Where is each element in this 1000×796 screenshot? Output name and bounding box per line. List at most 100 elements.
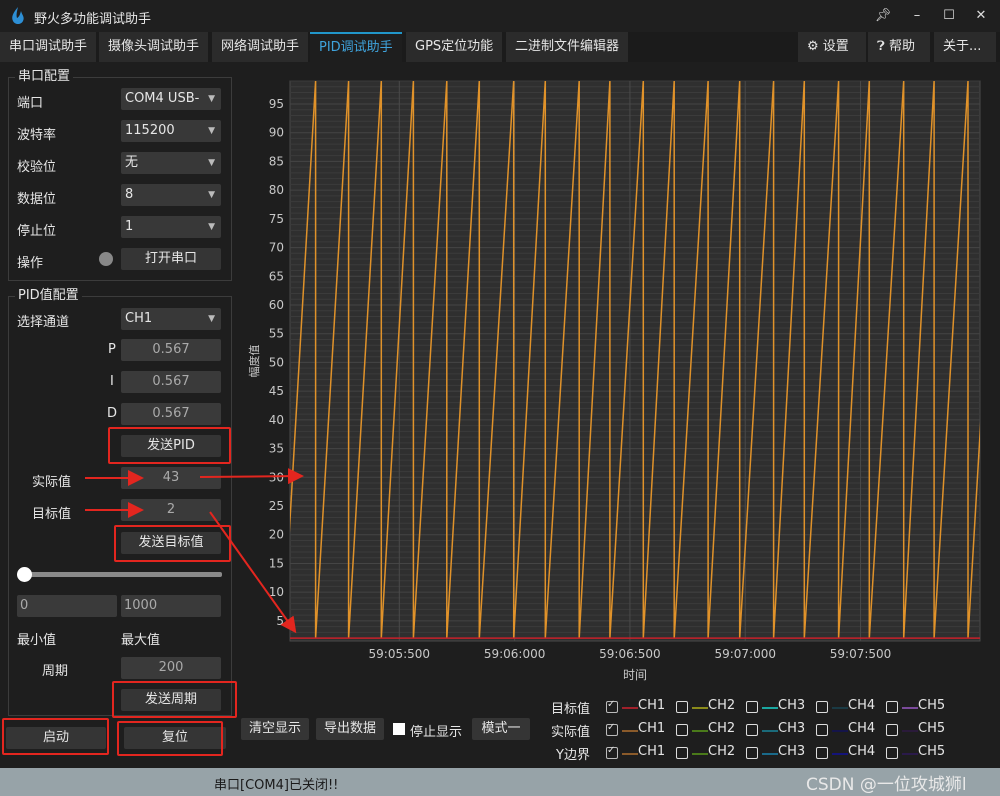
y-axis-label: 幅度值	[247, 345, 261, 378]
legend-checkbox-ch4[interactable]	[816, 701, 828, 713]
settings-label: 设置	[822, 39, 849, 54]
legend-channel-label: CH2	[708, 698, 736, 713]
flame-logo-icon	[12, 7, 24, 24]
y-tick-label: 60	[269, 298, 284, 312]
mode-button[interactable]: 模式一	[472, 718, 530, 740]
chevron-down-icon: ▼	[208, 126, 215, 136]
legend-channel-label: CH2	[708, 721, 736, 736]
about-button[interactable]: 关于...	[934, 32, 996, 62]
target-slider-track[interactable]	[20, 572, 222, 577]
min-input[interactable]: 0	[17, 595, 117, 617]
y-tick-label: 5	[276, 614, 284, 628]
port-select[interactable]: COM4 USB- ▼	[121, 88, 221, 110]
baud-select[interactable]: 115200 ▼	[121, 120, 221, 142]
maximize-button[interactable]: ☐	[939, 6, 959, 26]
legend-checkbox-ch1[interactable]	[606, 745, 618, 759]
tab-camera[interactable]: 摄像头调试助手	[99, 32, 209, 62]
legend-channel-label: CH4	[848, 721, 876, 736]
pid-chart: 59:05:500 59:06:000 59:06:500 59:07:000 59:0…	[247, 80, 981, 682]
plot-area	[289, 80, 981, 642]
legend-color-swatch	[902, 707, 918, 709]
chevron-down-icon: ▼	[208, 190, 215, 200]
legend-row-label: 目标值	[550, 702, 590, 717]
legend-checkbox-ch1[interactable]	[606, 722, 618, 736]
annotation-box	[2, 718, 109, 755]
period-input[interactable]: 200	[121, 657, 221, 679]
tab-serial[interactable]: 串口调试助手	[0, 32, 97, 62]
databits-select[interactable]: 8 ▼	[121, 184, 221, 206]
settings-button[interactable]: ⚙ 设置	[798, 32, 866, 62]
pin-icon[interactable]: 📌︎	[873, 6, 893, 26]
d-input[interactable]: 0.567	[121, 403, 221, 425]
min-label: 最小值	[17, 633, 57, 648]
max-label: 最大值	[121, 633, 161, 648]
tab-gps[interactable]: GPS定位功能	[406, 32, 503, 62]
status-text: 串口[COM4]已关闭!!	[214, 778, 339, 793]
x-tick-label: 59:07:500	[830, 647, 892, 661]
close-button[interactable]: ✕	[971, 6, 991, 26]
clear-display-button[interactable]: 清空显示	[241, 718, 309, 740]
minimize-button[interactable]: –	[907, 6, 927, 26]
y-tick-label: 20	[269, 528, 284, 542]
chevron-down-icon: ▼	[208, 158, 215, 168]
legend-row-label: Y边界	[556, 748, 590, 763]
stopbits-select[interactable]: 1 ▼	[121, 216, 221, 238]
tab-pid[interactable]: PID调试助手	[310, 32, 402, 62]
help-label: 帮助	[888, 39, 915, 54]
status-bar: 串口[COM4]已关闭!! CSDN @一位攻城狮l	[0, 768, 1000, 796]
watermark: CSDN @一位攻城狮l	[806, 775, 967, 795]
legend-checkbox-ch2[interactable]	[676, 701, 688, 713]
max-input[interactable]: 1000	[121, 595, 221, 617]
tab-bar: 串口调试助手 摄像头调试助手 网络调试助手 PID调试助手 GPS定位功能 二进…	[0, 32, 1000, 62]
legend-checkbox-ch3[interactable]	[746, 747, 758, 759]
legend-color-swatch	[832, 707, 848, 709]
x-tick-label: 59:06:500	[599, 647, 661, 661]
y-tick-label: 40	[269, 413, 284, 427]
legend-color-swatch	[902, 730, 918, 732]
port-label: 端口	[17, 96, 44, 111]
stop-display-checkbox[interactable]	[393, 723, 405, 735]
chevron-down-icon: ▼	[208, 94, 215, 104]
legend-checkbox-ch3[interactable]	[746, 724, 758, 736]
question-icon: ❓︎	[877, 39, 885, 54]
actual-label: 实际值	[32, 475, 72, 490]
legend-color-swatch	[762, 753, 778, 755]
help-button[interactable]: ❓︎ 帮助	[868, 32, 930, 62]
legend-checkbox-ch1[interactable]	[606, 699, 618, 713]
databits-label: 数据位	[17, 192, 57, 207]
target-label: 目标值	[32, 507, 72, 522]
tab-network[interactable]: 网络调试助手	[212, 32, 309, 62]
y-tick-label: 90	[269, 126, 284, 140]
serial-config-title: 串口配置	[15, 69, 74, 85]
annotation-box	[117, 721, 223, 756]
y-tick-label: 65	[269, 269, 284, 283]
i-input[interactable]: 0.567	[121, 371, 221, 393]
tab-binary-editor[interactable]: 二进制文件编辑器	[506, 32, 629, 62]
i-label: I	[110, 374, 114, 389]
legend-color-swatch	[622, 730, 638, 732]
legend-checkbox-ch2[interactable]	[676, 724, 688, 736]
legend-channel-label: CH5	[918, 721, 946, 736]
legend-checkbox-ch4[interactable]	[816, 747, 828, 759]
y-tick-label: 10	[269, 585, 284, 599]
legend-color-swatch	[832, 753, 848, 755]
legend-channel-label: CH1	[638, 721, 666, 736]
target-value-field[interactable]: 2	[121, 499, 221, 521]
channel-select[interactable]: CH1 ▼	[121, 308, 221, 330]
target-slider-handle[interactable]	[17, 567, 32, 582]
legend-checkbox-ch2[interactable]	[676, 747, 688, 759]
legend-checkbox-ch5[interactable]	[886, 747, 898, 759]
status-led	[99, 252, 113, 266]
p-input[interactable]: 0.567	[121, 339, 221, 361]
open-port-button[interactable]: 打开串口	[121, 248, 221, 270]
y-tick-label: 45	[269, 384, 284, 398]
legend-checkbox-ch5[interactable]	[886, 701, 898, 713]
legend-channel-label: CH3	[778, 698, 806, 713]
legend-checkbox-ch4[interactable]	[816, 724, 828, 736]
legend-color-swatch	[762, 707, 778, 709]
actual-value-field[interactable]: 43	[121, 467, 221, 489]
legend-checkbox-ch5[interactable]	[886, 724, 898, 736]
parity-select[interactable]: 无 ▼	[121, 152, 221, 174]
legend-checkbox-ch3[interactable]	[746, 701, 758, 713]
export-data-button[interactable]: 导出数据	[316, 718, 384, 740]
